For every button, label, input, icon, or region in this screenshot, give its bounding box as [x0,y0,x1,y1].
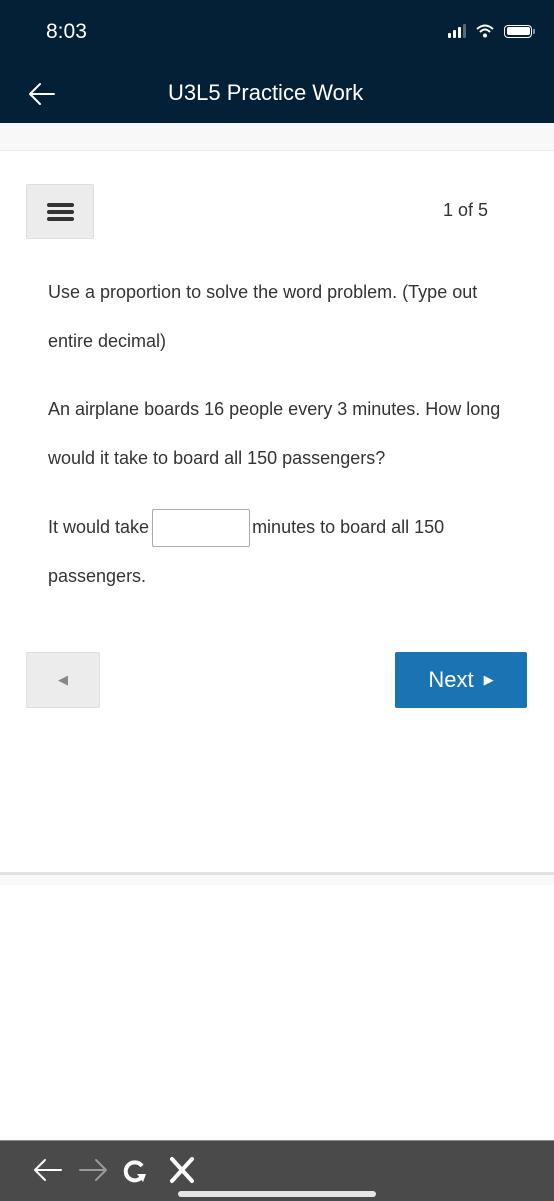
close-icon[interactable] [167,1155,197,1185]
question-instructions: Use a proportion to solve the word probl… [48,282,478,351]
arrow-left-icon[interactable] [26,78,58,110]
wifi-icon [476,24,494,38]
content-divider-shadow [0,875,554,885]
browser-toolbar [0,1140,554,1201]
hamburger-line [46,209,74,214]
page-title: U3L5 Practice Work [168,80,364,105]
app-header: 8:03 U3L5 Practice Work [0,0,554,123]
battery-icon [504,24,535,38]
status-icons [448,24,535,38]
triangle-right-icon: ▶ [483,672,494,687]
loading-progress-bar [178,1191,376,1197]
hamburger-menu-icon [46,202,74,207]
answer-input[interactable] [152,509,251,548]
answer-sentence: It would take minutes to board all 150 pa… [48,503,518,601]
forward-arrow-icon[interactable] [77,1155,109,1185]
reload-icon[interactable] [120,1155,152,1185]
hamburger-line [46,216,74,221]
previous-button[interactable]: ◀ [26,652,100,708]
triangle-left-icon: ◀ [58,672,68,687]
question-menu-button[interactable] [26,184,94,239]
question-counter: 1 of 5 [442,200,488,220]
status-time: 8:03 [46,20,87,43]
next-button[interactable]: Next ▶ [395,652,527,708]
answer-prefix: It would take [48,517,150,537]
signal-icon [448,24,466,38]
back-arrow-icon[interactable] [32,1155,64,1185]
next-label: Next [428,667,474,692]
sub-header-bar [0,123,554,151]
question-problem: An airplane boards 16 people every 3 min… [48,399,501,468]
